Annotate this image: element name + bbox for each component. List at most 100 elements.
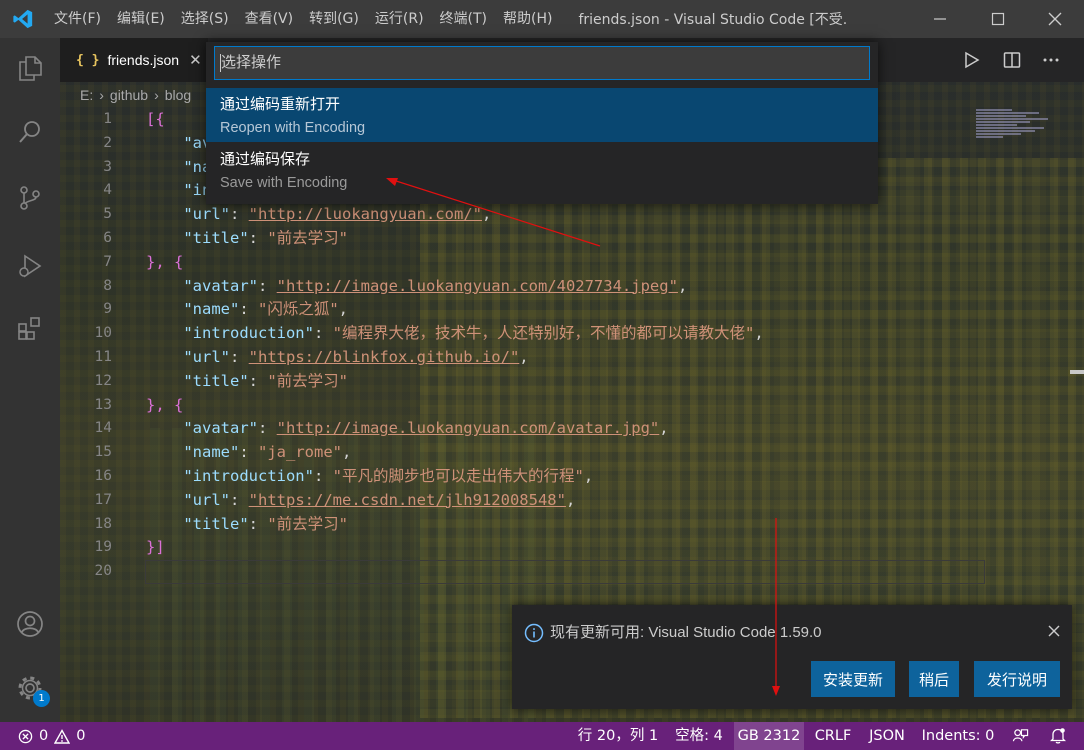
notification-message: 现有更新可用: Visual Studio Code 1.59.0	[550, 624, 822, 641]
activity-bar: 1	[0, 38, 60, 722]
line-number: 6	[103, 229, 112, 246]
code-token[interactable]: "https://blinkfox.github.io/"	[249, 348, 520, 366]
code-token: "url"	[183, 490, 230, 509]
release-notes-button[interactable]: 发行说明	[974, 661, 1060, 697]
menu-help[interactable]: 帮助(H)	[495, 0, 560, 38]
indents-indicator[interactable]: Indents: 0	[918, 722, 998, 750]
code-line: "url": "http://luokangyuan.com/",	[183, 205, 492, 224]
line-ending-selector[interactable]: CRLF	[810, 722, 856, 750]
quick-pick-input[interactable]: 选择操作	[214, 46, 870, 80]
run-file-icon[interactable]	[952, 38, 990, 82]
error-icon	[18, 729, 33, 743]
breadcrumb-drive[interactable]: E:	[80, 87, 93, 103]
code-token: "前去学习"	[267, 514, 348, 533]
code-token: "编程界大佬，技术牛，人还特别好，不懂的都可以请教大佬"	[332, 324, 755, 343]
code-token: "introduction"	[183, 324, 314, 343]
code-line: "name": "ja_rome",	[183, 443, 352, 462]
accounts-icon[interactable]	[0, 600, 60, 648]
tab-close-icon[interactable]: ✕	[189, 51, 202, 69]
code-token[interactable]: "https://me.csdn.net/jlh912008548"	[249, 491, 566, 509]
language-mode-selector[interactable]: JSON	[862, 722, 912, 750]
code-token[interactable]: "http://luokangyuan.com/"	[249, 205, 482, 223]
feedback-icon[interactable]	[1006, 722, 1034, 750]
quick-pick-panel: 选择操作 通过编码重新打开 Reopen with Encoding 通过编码保…	[206, 42, 878, 204]
code-token[interactable]: "http://image.luokangyuan.com/4027734.jp…	[277, 277, 678, 295]
menu-edit[interactable]: 编辑(E)	[109, 0, 173, 38]
code-line: "avatar": "http://image.luokangyuan.com/…	[183, 419, 669, 438]
line-number-gutter: 1 2 3 4 5 6 7 8 9 10 11 12 13 14 15 16 1…	[60, 108, 120, 584]
quick-pick-item-description: Reopen with Encoding	[220, 120, 366, 136]
code-token: "平凡的脚步也可以走出伟大的行程"	[332, 466, 584, 485]
vertical-scrollbar[interactable]	[1070, 108, 1084, 720]
notifications-bell-icon[interactable]	[1044, 722, 1072, 750]
code-line: "avatar": "http://image.luokangyuan.com/…	[183, 276, 688, 295]
code-token: "avatar"	[183, 276, 258, 295]
more-actions-icon[interactable]	[1032, 38, 1070, 82]
code-line: "title": "前去学习"	[183, 228, 348, 247]
info-icon	[524, 623, 544, 643]
window-title: friends.json - Visual Studio Code [不受...	[578, 12, 849, 28]
quick-pick-item-description: Save with Encoding	[220, 175, 348, 191]
menu-bar: 文件(F) 编辑(E) 选择(S) 查看(V) 转到(G) 运行(R) 终端(T…	[46, 0, 560, 38]
menu-go[interactable]: 转到(G)	[301, 0, 367, 38]
vscode-logo-icon	[0, 0, 46, 38]
menu-terminal[interactable]: 终端(T)	[432, 0, 495, 38]
cursor-position[interactable]: 行 20，列 1	[570, 722, 666, 750]
close-window-button[interactable]	[1026, 0, 1084, 38]
line-number: 1	[103, 111, 112, 127]
menu-file[interactable]: 文件(F)	[46, 0, 109, 38]
code-line: "introduction": "平凡的脚步也可以走出伟大的行程",	[183, 466, 594, 485]
indentation-spaces[interactable]: 空格: 4	[668, 722, 730, 750]
line-number: 18	[94, 515, 112, 532]
close-icon[interactable]	[1044, 621, 1064, 641]
code-line: "introduction": "编程界大佬，技术牛，人还特别好，不懂的都可以请…	[183, 324, 764, 343]
breadcrumb-github[interactable]: github	[110, 87, 148, 103]
maximize-button[interactable]	[969, 0, 1027, 38]
code-line: }, {	[146, 251, 986, 275]
explorer-icon[interactable]	[0, 44, 60, 92]
code-token: "url"	[183, 205, 230, 224]
quick-pick-item-label: 通过编码保存	[220, 150, 311, 168]
code-token: }, {	[146, 252, 184, 271]
code-token: "闪烁之狐"	[258, 300, 339, 319]
line-number: 17	[94, 491, 112, 508]
line-number: 13	[94, 396, 112, 413]
quick-pick-item-label: 通过编码重新打开	[220, 95, 341, 113]
split-editor-icon[interactable]	[993, 38, 1031, 82]
minimize-button[interactable]	[911, 0, 969, 38]
line-number: 15	[94, 444, 112, 461]
code-token: "ja_rome"	[258, 443, 342, 462]
update-notification: 现有更新可用: Visual Studio Code 1.59.0 安装更新 稍…	[512, 605, 1072, 709]
code-token: }]	[146, 538, 165, 557]
chevron-right-icon: ›	[154, 87, 159, 103]
code-token[interactable]: "http://image.luokangyuan.com/avatar.jpg…	[277, 419, 660, 437]
settings-gear-icon[interactable]: 1	[0, 664, 60, 712]
code-line: }, {	[146, 394, 986, 418]
line-number: 4	[103, 182, 112, 199]
line-number: 5	[103, 206, 112, 223]
later-button[interactable]: 稍后	[909, 661, 959, 697]
menu-view[interactable]: 查看(V)	[237, 0, 302, 38]
search-icon[interactable]	[0, 108, 60, 156]
code-token: "title"	[183, 514, 249, 533]
run-debug-icon[interactable]	[0, 242, 60, 290]
menu-selection[interactable]: 选择(S)	[173, 0, 237, 38]
quick-pick-item-save-encoding[interactable]: 通过编码保存 Save with Encoding	[206, 143, 878, 197]
source-control-icon[interactable]	[0, 174, 60, 222]
quick-pick-item-reopen-encoding[interactable]: 通过编码重新打开 Reopen with Encoding	[206, 88, 878, 142]
json-file-icon: { }	[76, 52, 100, 68]
encoding-selector[interactable]: GB 2312	[734, 722, 804, 750]
line-number: 14	[94, 420, 112, 437]
menu-run[interactable]: 运行(R)	[367, 0, 432, 38]
code-line: "url": "https://blinkfox.github.io/",	[183, 347, 529, 366]
breadcrumb-blog[interactable]: blog	[165, 87, 191, 103]
line-number: 3	[103, 158, 112, 175]
extensions-icon[interactable]	[0, 304, 60, 352]
tab-friends-json[interactable]: { } friends.json ✕	[60, 38, 208, 82]
code-token: "前去学习"	[267, 228, 348, 247]
code-token: "avatar"	[183, 419, 258, 438]
install-update-button[interactable]: 安装更新	[811, 661, 895, 697]
minimap[interactable]	[976, 108, 1066, 152]
problems-indicator[interactable]: 0 0	[18, 722, 85, 750]
